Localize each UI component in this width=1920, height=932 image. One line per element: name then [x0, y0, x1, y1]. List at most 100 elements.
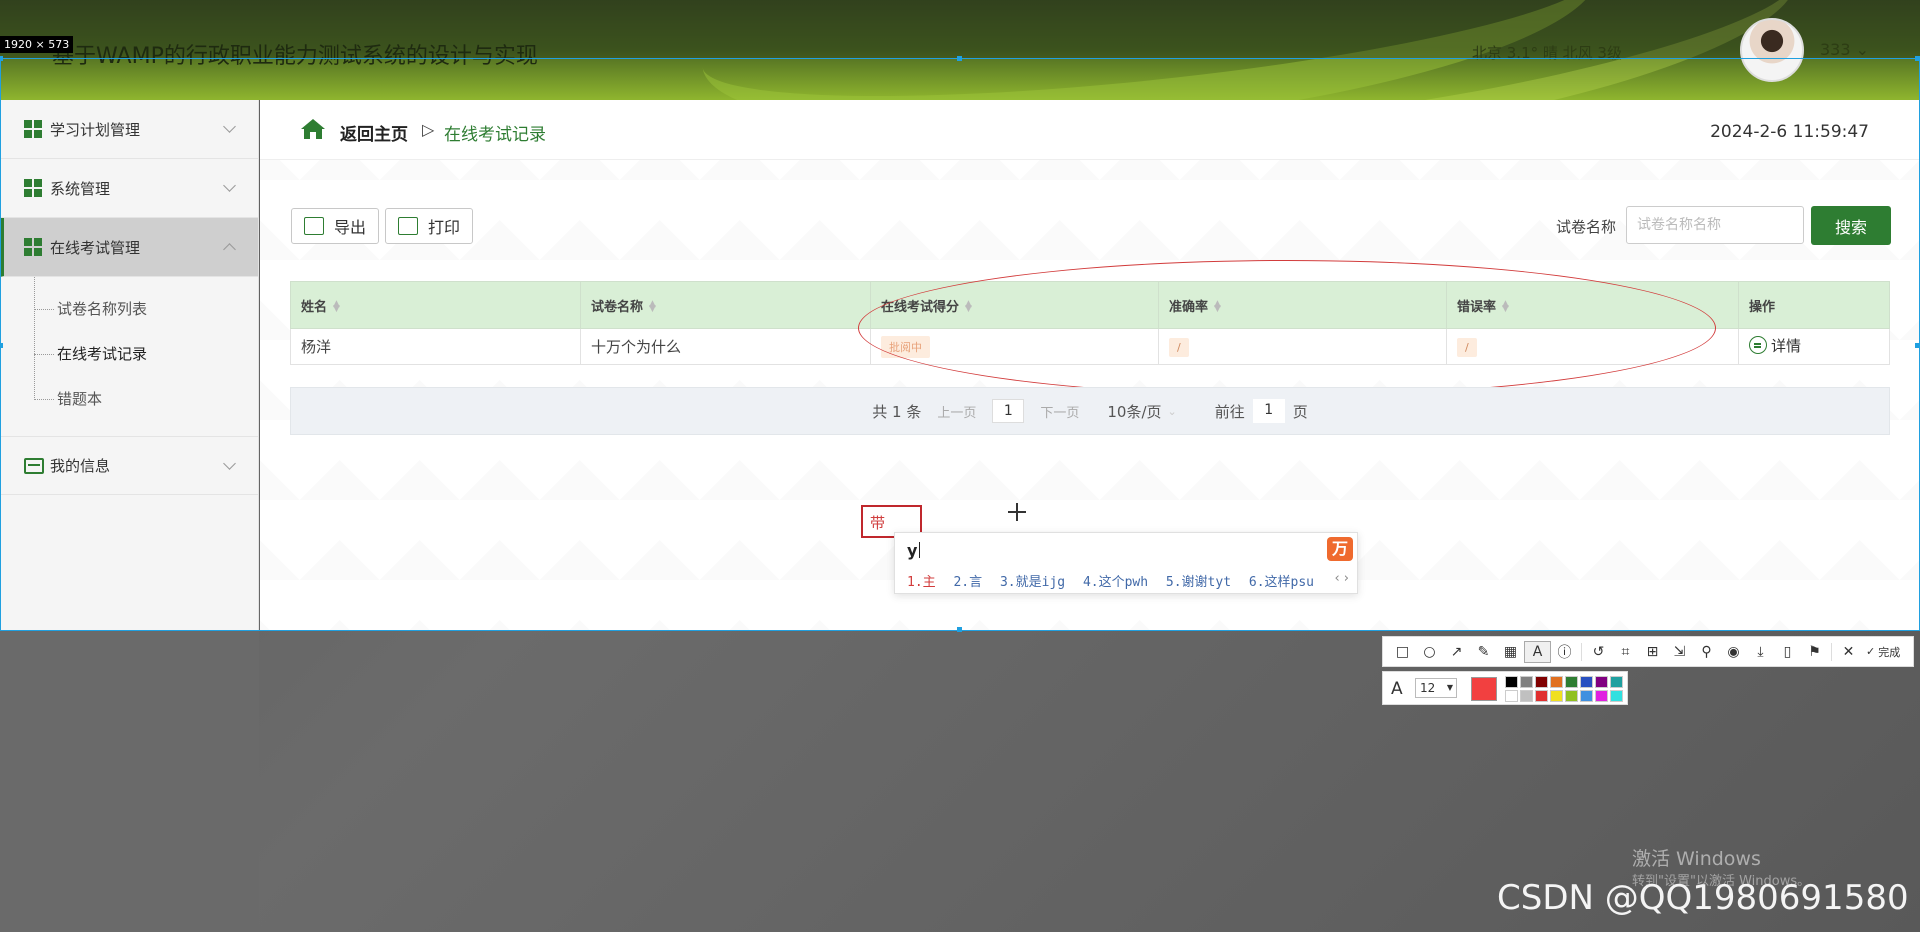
phone-icon[interactable]: ▯ [1774, 641, 1801, 663]
undo-icon[interactable]: ↺ [1585, 641, 1612, 663]
color-swatch[interactable] [1595, 690, 1608, 702]
ime-candidate[interactable]: 5.谢谢tyt [1166, 575, 1231, 590]
current-datetime: 2024-2-6 11:59:47 [1710, 122, 1869, 142]
rectangle-tool-icon[interactable]: □ [1389, 641, 1416, 663]
column-header-name[interactable]: 姓名 ▲ ▼ [290, 281, 581, 329]
search-label: 试卷名称 [1556, 218, 1617, 236]
dimmed-sidebar [0, 630, 259, 932]
ime-candidate[interactable]: 1.主 [907, 575, 936, 590]
windows-activation-watermark: 激活 Windows [1632, 848, 1761, 870]
font-icon: A [1391, 679, 1403, 699]
color-swatch[interactable] [1505, 690, 1518, 702]
search-button[interactable]: 搜索 [1811, 206, 1891, 245]
column-header-actions: 操作 [1738, 281, 1890, 329]
column-header-score[interactable]: 在线考试得分 ▲ ▼ [870, 281, 1159, 329]
submenu-item-wrong-questions[interactable]: 错题本 [0, 377, 258, 422]
download-icon[interactable]: ⤓ [1747, 641, 1774, 663]
ime-candidate[interactable]: 4.这个pwh [1083, 575, 1148, 590]
detail-button[interactable]: 详情 [1749, 335, 1801, 356]
long-screenshot-icon[interactable]: ⇲ [1666, 641, 1693, 663]
check-icon: ✓ [1866, 645, 1876, 658]
ime-candidate[interactable]: 6.这样psu [1249, 575, 1314, 590]
color-swatch[interactable] [1595, 676, 1608, 688]
cell-error-rate: / [1446, 328, 1739, 365]
translate-icon[interactable]: ⊞ [1639, 641, 1666, 663]
submenu-item-exam-records[interactable]: 在线考试记录 [0, 332, 258, 377]
breadcrumb-bar: 返回主页 ▷ 在线考试记录 2024-2-6 11:59:47 [260, 100, 1919, 160]
arrow-tool-icon[interactable]: ↗ [1443, 641, 1470, 663]
ime-candidate[interactable]: 2.言 [953, 575, 982, 590]
ime-composition: y [907, 541, 921, 560]
number-tool-icon[interactable]: ⓘ [1551, 641, 1578, 663]
sidebar-item-online-exam[interactable]: 在线考试管理 [0, 218, 258, 277]
weather-info: 北京 3.1° 晴 北风 3级 [1472, 44, 1622, 62]
table-row: 杨洋 十万个为什么 批阅中 / / 详情 [290, 328, 1890, 365]
detail-icon [1749, 336, 1767, 355]
sidebar-item-system[interactable]: 系统管理 [0, 159, 258, 218]
color-swatch[interactable] [1610, 690, 1623, 702]
exam-records-table: 姓名 ▲ ▼ 试卷名称 ▲ ▼ 在线考试得分 ▲ ▼ 准确率 ▲ ▼ 错误率 ▲ ▼ 操作 杨洋 十… [290, 281, 1890, 365]
crosshair-cursor-icon [1008, 503, 1026, 521]
color-swatch[interactable] [1580, 690, 1593, 702]
pager-current-page[interactable]: 1 [992, 399, 1025, 423]
pager-prev[interactable]: 上一页 [937, 402, 976, 421]
chevron-down-icon [223, 457, 236, 470]
accuracy-badge: / [1169, 337, 1189, 357]
pin-icon[interactable]: ⚲ [1693, 641, 1720, 663]
column-header-paper[interactable]: 试卷名称 ▲ ▼ [580, 281, 871, 329]
sidebar-item-label: 系统管理 [50, 179, 111, 198]
sidebar-item-my-info[interactable]: 我的信息 [0, 436, 258, 495]
pager-size-select[interactable]: 10条/页 [1107, 401, 1161, 422]
paper-name-search-input[interactable] [1626, 206, 1804, 244]
ime-page-arrows[interactable]: ‹ › [1334, 571, 1349, 586]
color-swatch[interactable] [1520, 690, 1533, 702]
breadcrumb-home[interactable]: 返回主页 [340, 120, 408, 145]
text-tool-icon[interactable]: A [1524, 640, 1551, 663]
grid-icon [24, 179, 42, 197]
annotation-text: 带 [870, 514, 886, 532]
bookmark-icon[interactable]: ⚑ [1801, 641, 1828, 663]
pen-tool-icon[interactable]: ✎ [1470, 641, 1497, 663]
chevron-down-icon [223, 179, 236, 192]
user-menu[interactable]: 333 ⌄ [1820, 40, 1869, 59]
ime-candidate[interactable]: 3.就是ijg [1000, 575, 1065, 590]
color-swatch[interactable] [1535, 676, 1548, 688]
submenu-item-paper-list[interactable]: 试卷名称列表 [0, 287, 258, 332]
mosaic-tool-icon[interactable]: ▦ [1497, 641, 1524, 663]
app-title: 基于WAMP的行政职业能力测试系统的设计与实现 [52, 44, 538, 69]
pagination: 共 1 条 上一页 1 下一页 10条/页 ⌄ 前往 1 页 [290, 387, 1890, 435]
ellipse-tool-icon[interactable]: ○ [1416, 641, 1443, 663]
cell-paper: 十万个为什么 [580, 328, 871, 365]
record-icon[interactable]: ◉ [1720, 641, 1747, 663]
pager-total: 共 1 条 [872, 402, 922, 421]
user-avatar[interactable] [1740, 18, 1804, 82]
done-button[interactable]: ✓ 完成 [1866, 644, 1900, 660]
sort-icon: ▲ ▼ [1502, 299, 1509, 314]
color-swatch[interactable] [1520, 676, 1533, 688]
color-swatch[interactable] [1565, 676, 1578, 688]
export-button[interactable]: 导出 [291, 208, 380, 244]
cell-name: 杨洋 [290, 328, 581, 365]
print-button[interactable]: 打印 [385, 208, 474, 244]
color-swatch[interactable] [1505, 676, 1518, 688]
color-swatch[interactable] [1610, 676, 1623, 688]
color-swatch[interactable] [1550, 676, 1563, 688]
font-size-select[interactable]: 12 [1415, 678, 1457, 698]
sidebar-item-study-plan[interactable]: 学习计划管理 [0, 100, 258, 159]
pager-next[interactable]: 下一页 [1040, 402, 1079, 421]
column-header-error-rate[interactable]: 错误率 ▲ ▼ [1446, 281, 1739, 329]
close-icon[interactable]: ✕ [1835, 641, 1862, 663]
csdn-watermark: CSDN @QQ1980691580 [1497, 878, 1909, 918]
home-icon[interactable] [300, 118, 326, 140]
color-swatch[interactable] [1550, 690, 1563, 702]
current-color-swatch[interactable] [1471, 677, 1497, 701]
color-swatch[interactable] [1580, 676, 1593, 688]
sort-icon: ▲ ▼ [649, 299, 656, 314]
color-swatch[interactable] [1535, 690, 1548, 702]
pager-goto-input[interactable]: 1 [1252, 399, 1285, 423]
ocr-icon[interactable]: ⌗ [1612, 641, 1639, 663]
print-button-label: 打印 [428, 218, 461, 237]
color-swatch[interactable] [1565, 690, 1578, 702]
column-header-accuracy[interactable]: 准确率 ▲ ▼ [1158, 281, 1447, 329]
pager-goto-suffix: 页 [1292, 402, 1308, 421]
